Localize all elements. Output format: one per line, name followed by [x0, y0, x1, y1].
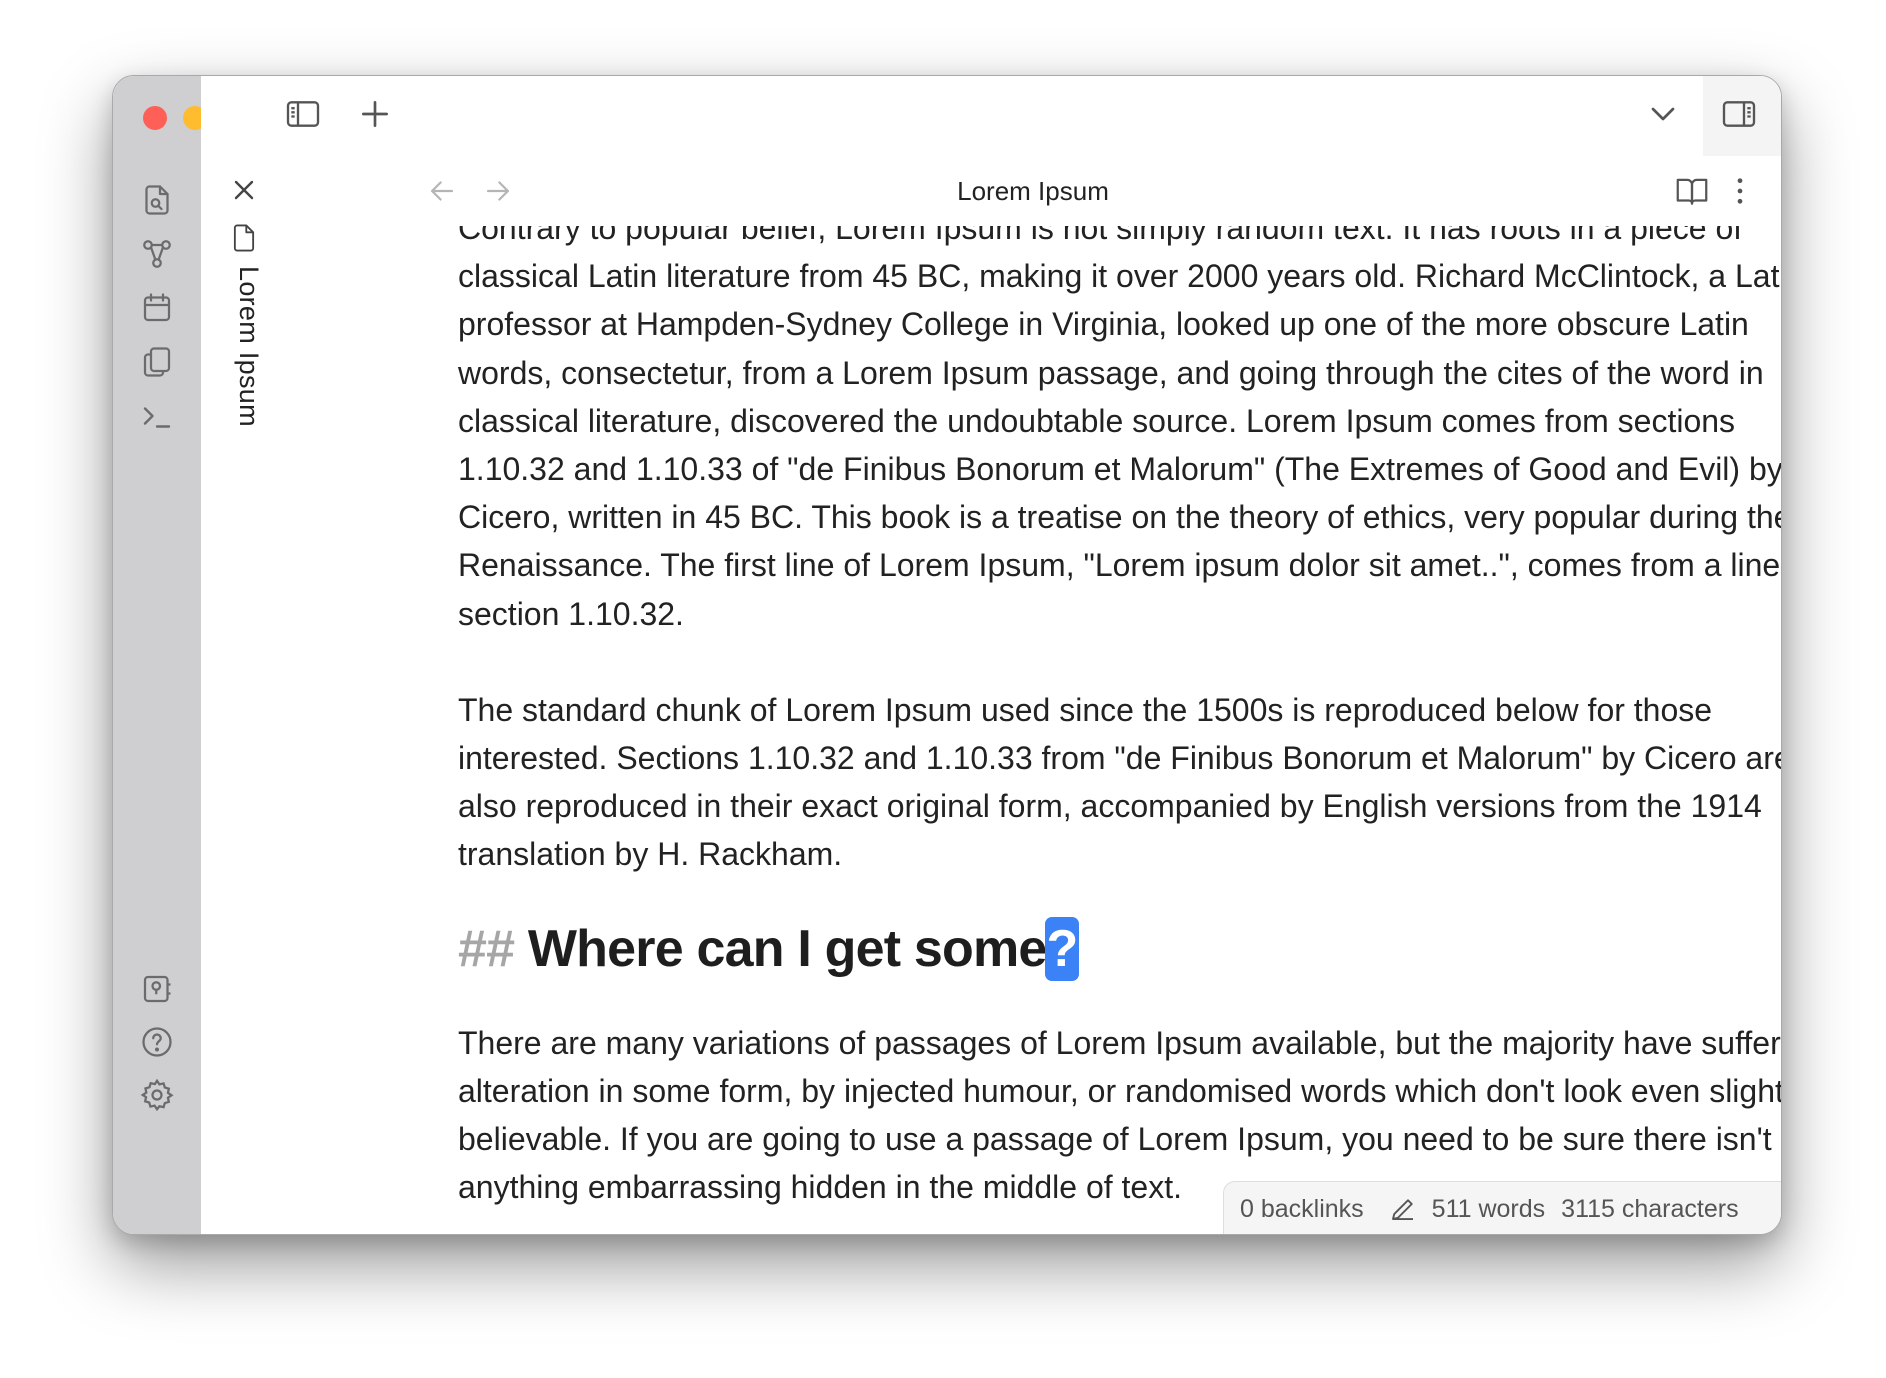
close-tab-icon[interactable] [228, 174, 260, 206]
heading-h2: ## Where can I get some? [458, 916, 1781, 981]
reading-mode-icon[interactable] [1673, 172, 1711, 210]
heading-marker: ## [458, 919, 515, 978]
command-palette-icon[interactable] [139, 398, 175, 434]
title-bar [201, 76, 1781, 157]
app-window: Lorem Ipsum Contrary to popular belief, … [112, 75, 1782, 1235]
file-icon [230, 222, 258, 254]
tab-list-chevron-icon[interactable] [1643, 94, 1683, 134]
edit-mode-pencil-icon[interactable] [1388, 1194, 1418, 1224]
templates-icon[interactable] [139, 344, 175, 380]
more-options-icon[interactable] [1721, 172, 1759, 210]
daily-note-icon[interactable] [139, 290, 175, 326]
character-count: 3115 characters [1561, 1194, 1739, 1223]
paragraph-2: The standard chunk of Lorem Ipsum used s… [458, 691, 1781, 873]
text-cursor-selection: ? [1044, 916, 1080, 981]
graph-view-icon[interactable] [139, 236, 175, 272]
settings-icon[interactable] [139, 1077, 175, 1113]
quick-switcher-icon[interactable] [139, 182, 175, 218]
stacked-tab-title: Lorem Ipsum [234, 266, 264, 427]
editor-content[interactable]: Contrary to popular belief, Lorem Ipsum … [458, 204, 1781, 1211]
backlinks-count[interactable]: 0 backlinks [1240, 1195, 1364, 1224]
status-bar: 0 backlinks 511 words 3115 characters [1223, 1181, 1781, 1234]
new-tab-icon[interactable] [355, 94, 395, 134]
editor-pane: Contrary to popular belief, Lorem Ipsum … [285, 156, 1781, 1234]
word-count: 511 words [1431, 1194, 1546, 1223]
toggle-left-sidebar-icon[interactable] [283, 94, 323, 134]
toggle-right-sidebar-icon[interactable] [1719, 94, 1759, 134]
heading-text: Where can I get some [527, 919, 1047, 978]
stacked-tab-header[interactable]: Lorem Ipsum [201, 156, 285, 1234]
paragraph-1: Contrary to popular belief, Lorem Ipsum … [458, 210, 1781, 632]
view-header: Lorem Ipsum [285, 156, 1781, 226]
help-icon[interactable] [139, 1024, 175, 1060]
close-window-button[interactable] [143, 106, 167, 130]
vault-switcher-icon[interactable] [139, 971, 175, 1007]
view-title: Lorem Ipsum [957, 176, 1109, 206]
left-ribbon [113, 76, 247, 1234]
